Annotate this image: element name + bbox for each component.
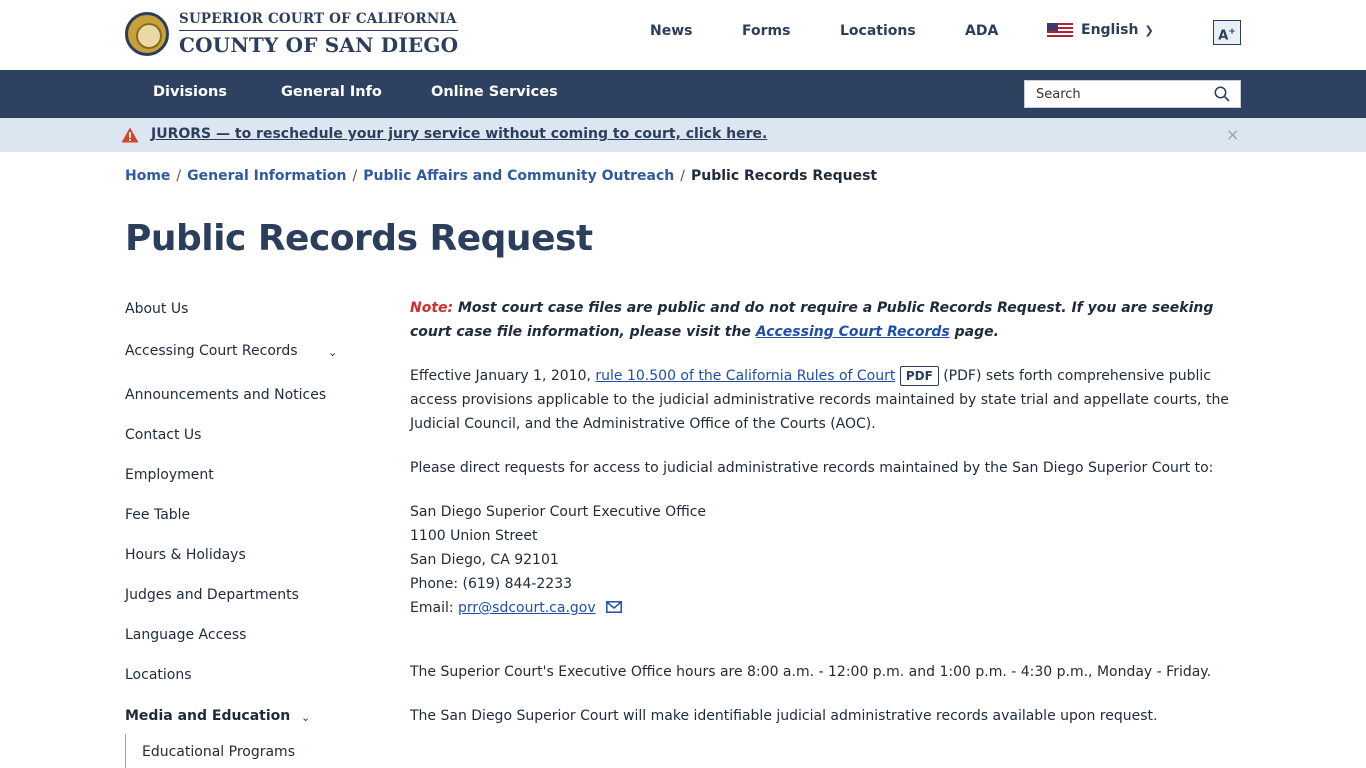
email-link[interactable]: prr@sdcourt.ca.gov [458, 600, 596, 616]
nav-divisions[interactable]: Divisions [153, 84, 227, 100]
nav-news[interactable]: News [650, 23, 692, 43]
jurors-reschedule-link[interactable]: JURORS — to reschedule your jury service… [151, 126, 767, 142]
sidebar-item-judges-departments[interactable]: Judges and Departments [125, 587, 299, 603]
jurors-alert-banner: JURORS — to reschedule your jury service… [0, 118, 1366, 152]
breadcrumb-general-information[interactable]: General Information [187, 168, 346, 184]
email-label: Email: [410, 600, 454, 616]
rule-10-500-link[interactable]: rule 10.500 of the California Rules of C… [595, 368, 895, 384]
main-content: Note: Most court case files are public a… [410, 296, 1241, 728]
pdf-badge[interactable]: PDF [899, 366, 939, 386]
us-flag-icon [1047, 23, 1073, 37]
records-available-paragraph: The San Diego Superior Court will make i… [410, 708, 1158, 724]
sidebar-item-about-us[interactable]: About Us [125, 301, 188, 317]
logo-line2: COUNTY OF SAN DIEGO [179, 32, 459, 57]
sidebar-item-hours-holidays[interactable]: Hours & Holidays [125, 547, 246, 563]
address-line: San Diego Superior Court Executive Offic… [410, 504, 707, 520]
chevron-down-icon[interactable]: ⌄ [328, 346, 337, 359]
warning-icon [121, 127, 139, 143]
accessing-court-records-link[interactable]: Accessing Court Records [756, 324, 950, 340]
chevron-down-icon: ❯ [1144, 23, 1154, 37]
page-title: Public Records Request [125, 218, 593, 259]
breadcrumb-current: Public Records Request [690, 168, 878, 184]
close-icon[interactable]: × [1226, 125, 1239, 144]
envelope-icon[interactable] [606, 601, 623, 613]
nav-general-info[interactable]: General Info [281, 84, 382, 100]
sidebar-subitem-educational-programs[interactable]: Educational Programs [142, 744, 295, 760]
direct-requests-paragraph: Please direct requests for access to jud… [410, 460, 1214, 476]
site-header: SUPERIOR COURT OF CALIFORNIA COUNTY OF S… [0, 0, 1366, 70]
sidebar-item-contact-us[interactable]: Contact Us [125, 427, 201, 443]
sidebar-item-announcements[interactable]: Announcements and Notices [125, 387, 326, 403]
text-size-button[interactable]: A+ [1213, 20, 1241, 45]
nav-locations[interactable]: Locations [840, 23, 916, 43]
search-input[interactable] [1025, 82, 1205, 106]
language-selector[interactable]: English ❯ [1047, 22, 1154, 38]
sidebar-item-fee-table[interactable]: Fee Table [125, 507, 190, 523]
search-box [1024, 80, 1241, 108]
court-logo[interactable]: SUPERIOR COURT OF CALIFORNIA COUNTY OF S… [125, 12, 459, 57]
breadcrumb-separator: / [176, 168, 182, 184]
breadcrumb: Home / General Information / Public Affa… [125, 168, 877, 184]
address-block: San Diego Superior Court Executive Offic… [410, 500, 1241, 620]
email-line: Email: prr@sdcourt.ca.gov [410, 596, 1241, 620]
rule-paragraph: Effective January 1, 2010, rule 10.500 o… [410, 364, 1241, 436]
chevron-down-icon[interactable]: ⌄ [301, 711, 310, 724]
submenu-indicator [125, 734, 126, 768]
note-paragraph: Note: Most court case files are public a… [410, 296, 1241, 344]
breadcrumb-public-affairs[interactable]: Public Affairs and Community Outreach [363, 168, 674, 184]
text-size-label: A [1218, 28, 1229, 44]
sidebar-item-media-education[interactable]: Media and Education [125, 708, 290, 724]
address-line: San Diego, CA 92101 [410, 552, 559, 568]
breadcrumb-separator: / [352, 168, 358, 184]
text-size-sup: + [1228, 27, 1236, 37]
phone-line: Phone: (619) 844-2233 [410, 576, 573, 592]
breadcrumb-separator: / [680, 168, 685, 184]
nav-online-services[interactable]: Online Services [431, 84, 558, 100]
sidebar-item-accessing-court-records[interactable]: Accessing Court Records [125, 343, 298, 359]
main-navigation: Divisions General Info Online Services [0, 70, 1366, 118]
search-icon[interactable] [1214, 86, 1230, 102]
logo-line1: SUPERIOR COURT OF CALIFORNIA [179, 13, 459, 31]
nav-forms[interactable]: Forms [742, 23, 790, 43]
note-label: Note: [410, 300, 454, 316]
sidebar-item-employment[interactable]: Employment [125, 467, 214, 483]
logo-text: SUPERIOR COURT OF CALIFORNIA COUNTY OF S… [179, 13, 459, 57]
address-line: 1100 Union Street [410, 528, 538, 544]
breadcrumb-home[interactable]: Home [125, 168, 170, 184]
court-seal-icon [125, 12, 169, 56]
note-end: page. [954, 324, 999, 340]
office-hours-paragraph: The Superior Court's Executive Office ho… [410, 664, 1212, 680]
sidebar-item-language-access[interactable]: Language Access [125, 627, 246, 643]
language-label: English [1081, 22, 1139, 38]
nav-ada[interactable]: ADA [965, 23, 998, 43]
rule-text-start: Effective January 1, 2010, [410, 368, 591, 384]
sidebar-item-locations[interactable]: Locations [125, 667, 192, 683]
